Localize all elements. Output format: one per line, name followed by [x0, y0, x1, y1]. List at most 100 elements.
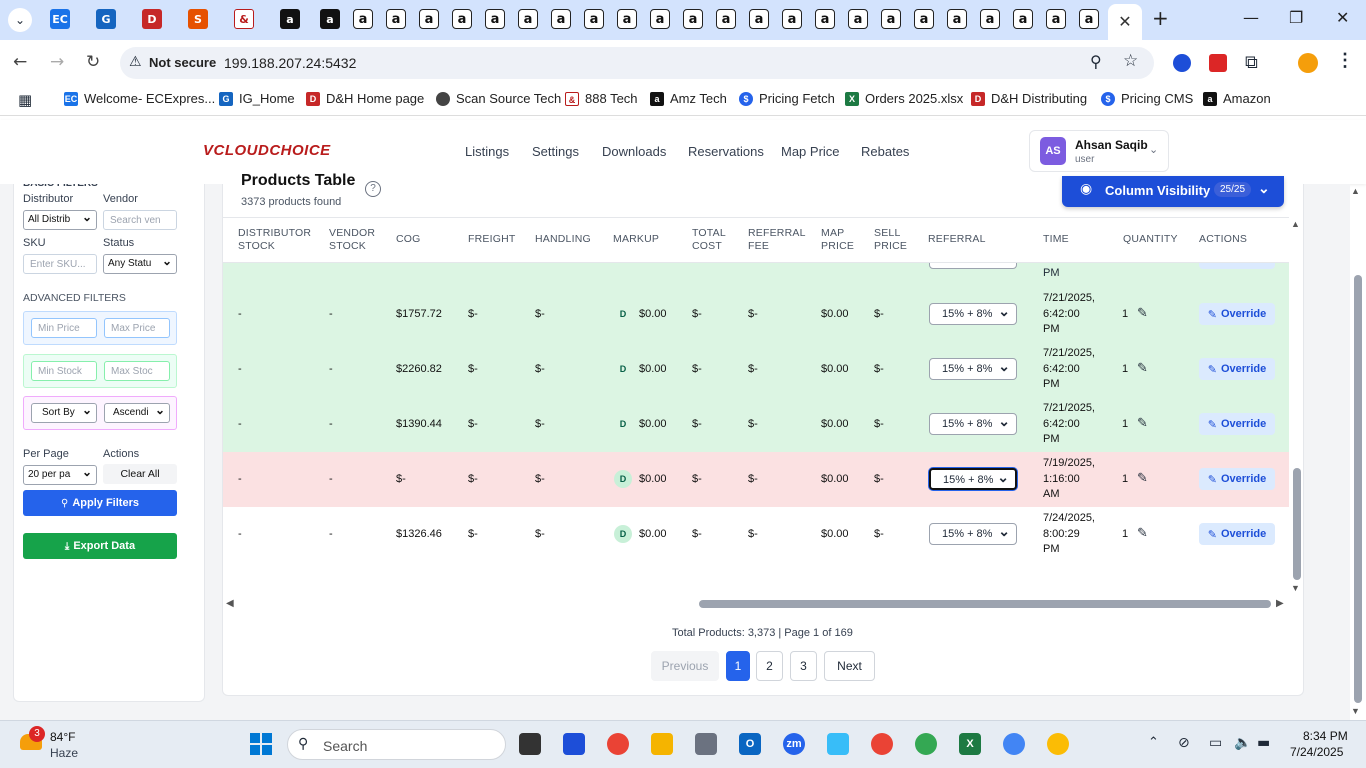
tab-ig-icon[interactable]: G — [96, 9, 116, 29]
nav-rebates[interactable]: Rebates — [861, 144, 909, 159]
col-sell-price[interactable]: SELL PRICE — [874, 227, 907, 253]
referral-select[interactable]: 15% + 8% — [929, 303, 1017, 325]
tab-amazon-icon[interactable]: a — [452, 9, 472, 29]
weather-temp[interactable]: 84°F — [50, 730, 75, 744]
override-button[interactable]: ✎ Override — [1199, 413, 1275, 435]
column-visibility-button[interactable]: ◉ Column Visibility 25/25 ⌄ — [1062, 176, 1284, 207]
task-view-icon[interactable] — [519, 733, 541, 755]
back-icon[interactable]: ← — [13, 52, 27, 72]
next-button[interactable]: Next — [824, 651, 875, 681]
app-icon[interactable] — [827, 733, 849, 755]
bookmark-item[interactable]: Scan Source Tech — [436, 91, 561, 106]
tray-chevron-icon[interactable]: ⌃ — [1148, 735, 1159, 750]
chrome-profile-icon[interactable] — [1003, 733, 1025, 755]
maximize-icon[interactable]: ❐ — [1289, 8, 1303, 27]
bookmark-item[interactable]: G IG_Home — [219, 91, 295, 106]
scroll-down-icon[interactable]: ▼ — [1291, 583, 1300, 593]
override-button[interactable]: ✎ Override — [1199, 303, 1275, 325]
bookmark-item[interactable]: a Amazon — [1203, 91, 1271, 106]
battery-icon[interactable]: ▬ — [1257, 735, 1270, 751]
page-1-button[interactable]: 1 — [726, 651, 750, 681]
override-button[interactable]: ✎ Override — [1199, 468, 1275, 490]
tab-amazon-icon[interactable]: a — [980, 9, 1000, 29]
vendor-search-input[interactable]: Search ven — [103, 210, 177, 230]
app-logo[interactable]: VCLOUDCHOICE — [203, 142, 331, 159]
profile-avatar-icon[interactable] — [1298, 53, 1318, 73]
col-handling[interactable]: HANDLING — [535, 233, 591, 246]
minimize-icon[interactable]: — — [1243, 8, 1259, 27]
nav-downloads[interactable]: Downloads — [602, 144, 666, 159]
export-data-button[interactable]: ⤓ Export Data — [23, 533, 177, 559]
min-stock-input[interactable]: Min Stock — [31, 361, 97, 381]
override-button[interactable]: ✎ Override — [1199, 523, 1275, 545]
max-price-input[interactable]: Max Price — [104, 318, 170, 338]
extension-pdf-icon[interactable] — [1209, 54, 1227, 72]
horizontal-scrollbar[interactable] — [699, 600, 1271, 608]
scroll-left-icon[interactable]: ◀ — [226, 598, 234, 609]
tab-amazon-icon[interactable]: a — [650, 9, 670, 29]
nav-reservations[interactable]: Reservations — [688, 144, 764, 159]
scroll-up-icon[interactable]: ▲ — [1291, 219, 1300, 229]
bookmark-item[interactable]: EC Welcome- ECExpres... — [64, 91, 215, 106]
edit-quantity-icon[interactable]: ✎ — [1137, 526, 1148, 541]
help-icon[interactable]: ? — [365, 181, 381, 197]
col-time[interactable]: TIME — [1043, 233, 1069, 246]
volume-icon[interactable]: 🔈 — [1234, 735, 1251, 751]
tab-scansource-icon[interactable]: S — [188, 9, 208, 29]
store-icon[interactable] — [563, 733, 585, 755]
url-text[interactable]: 199.188.207.24:5432 — [224, 55, 356, 71]
outlook-icon[interactable]: O — [739, 733, 761, 755]
col-freight[interactable]: FREIGHT — [468, 233, 515, 246]
min-price-input[interactable]: Min Price — [31, 318, 97, 338]
page-2-button[interactable]: 2 — [756, 651, 783, 681]
reload-icon[interactable]: ↻ — [86, 52, 100, 72]
tab-888-icon[interactable]: & — [234, 9, 254, 29]
override-button-partial[interactable] — [1199, 263, 1275, 269]
distributor-select[interactable]: All Distrib — [23, 210, 97, 230]
apps-grid-icon[interactable]: ▦ — [18, 91, 32, 109]
chrome-icon[interactable] — [607, 733, 629, 755]
col-distributor-stock[interactable]: DISTRIBUTOR STOCK — [238, 227, 311, 253]
tab-amazon-icon[interactable]: a — [1046, 9, 1066, 29]
start-icon[interactable] — [250, 733, 272, 755]
previous-button[interactable]: Previous — [651, 651, 719, 681]
tab-amazon-icon[interactable]: a — [881, 9, 901, 29]
tab-search-icon[interactable]: ⌄ — [8, 8, 32, 32]
clock-date[interactable]: 7/24/2025 — [1290, 745, 1343, 759]
referral-select[interactable]: 15% + 8% — [929, 413, 1017, 435]
excel-icon[interactable]: X — [959, 733, 981, 755]
close-window-icon[interactable]: ✕ — [1336, 8, 1349, 27]
sku-input[interactable]: Enter SKU... — [23, 254, 97, 274]
chrome-profile-icon[interactable] — [915, 733, 937, 755]
tab-amazon-icon[interactable]: a — [1079, 9, 1099, 29]
col-markup[interactable]: MARKUP — [613, 233, 659, 246]
bookmark-item[interactable]: X Orders 2025.xlsx — [845, 91, 963, 106]
tab-amazon-icon[interactable]: a — [584, 9, 604, 29]
browser-menu-icon[interactable]: ⋮ — [1336, 50, 1354, 71]
bookmark-item[interactable]: D D&H Distributing — [971, 91, 1087, 106]
tab-amazon-icon[interactable]: a — [617, 9, 637, 29]
tab-amz-tech-icon[interactable]: a — [280, 9, 300, 29]
tab-dh-icon[interactable]: D — [142, 9, 162, 29]
page-scroll-down-icon[interactable]: ▼ — [1351, 706, 1360, 716]
tab-amazon-icon[interactable]: a — [914, 9, 934, 29]
referral-select[interactable]: 15% + 8% — [929, 358, 1017, 380]
active-tab-close-icon[interactable]: ✕ — [1108, 4, 1142, 40]
edit-quantity-icon[interactable]: ✎ — [1137, 361, 1148, 376]
col-actions[interactable]: ACTIONS — [1199, 233, 1247, 246]
tab-amazon-icon[interactable]: a — [716, 9, 736, 29]
clear-all-button[interactable]: Clear All — [103, 464, 177, 484]
per-page-select[interactable]: 20 per pa — [23, 465, 97, 485]
tab-amazon-icon[interactable]: a — [815, 9, 835, 29]
zoom-app-icon[interactable]: zm — [783, 733, 805, 755]
nav-settings[interactable]: Settings — [532, 144, 579, 159]
network-icon[interactable]: ▭ — [1209, 735, 1222, 751]
extensions-puzzle-icon[interactable]: ⧉ — [1245, 52, 1258, 73]
page-scroll-up-icon[interactable]: ▲ — [1351, 186, 1360, 196]
col-cog[interactable]: COG — [396, 233, 421, 246]
status-select[interactable]: Any Statu — [103, 254, 177, 274]
edit-quantity-icon[interactable]: ✎ — [1137, 306, 1148, 321]
calculator-icon[interactable] — [695, 733, 717, 755]
tab-amazon-icon[interactable]: a — [419, 9, 439, 29]
sort-order-select[interactable]: Ascendi — [104, 403, 170, 423]
